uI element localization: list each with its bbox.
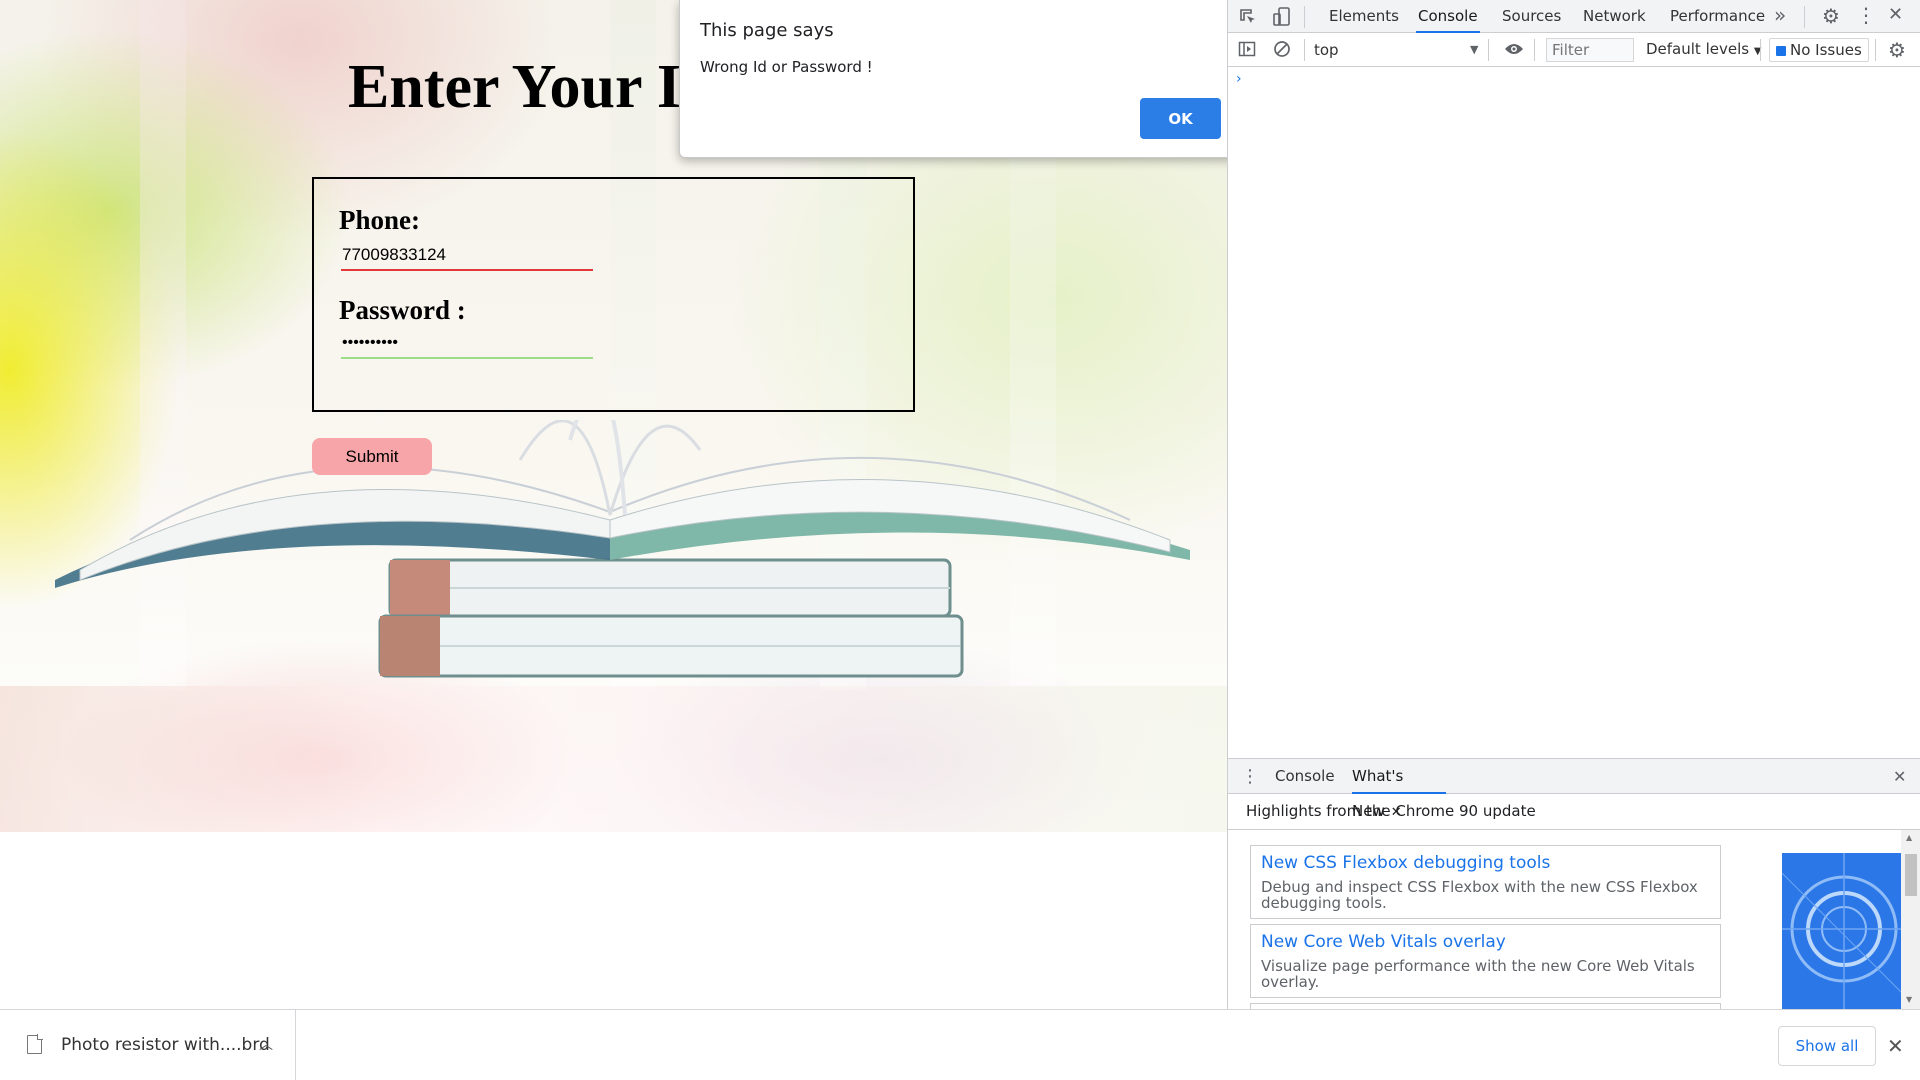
toolbar-separator — [1875, 39, 1876, 61]
close-drawer-icon[interactable]: ✕ — [1893, 767, 1906, 787]
books-illustration — [55, 420, 1190, 678]
password-input[interactable] — [341, 329, 593, 359]
browser-window: Enter Your I Phone: Password : Submit Th… — [0, 0, 1920, 1080]
console-settings-gear-icon[interactable]: ⚙ — [1888, 40, 1906, 60]
tab-console[interactable]: Console — [1416, 0, 1480, 33]
tab-elements[interactable]: Elements — [1327, 0, 1401, 33]
page-heading: Enter Your I — [348, 53, 682, 121]
eye-icon[interactable] — [1504, 41, 1524, 57]
scroll-down-icon[interactable]: ▼ — [1906, 995, 1912, 1004]
console-prompt-icon[interactable]: › — [1236, 71, 1242, 87]
feature-title[interactable]: New Core Web Vitals overlay — [1261, 932, 1506, 952]
issues-label: No Issues — [1790, 41, 1862, 59]
phone-label: Phone: — [339, 205, 420, 235]
highlights-title: Highlights from the Chrome 90 update — [1246, 802, 1536, 820]
tab-performance[interactable]: Performance — [1668, 0, 1767, 33]
close-shelf-icon[interactable]: ✕ — [1887, 1034, 1904, 1059]
chevron-down-icon: ▼ — [1470, 43, 1479, 56]
devtools-tabbar: Elements Console Sources Network Perform… — [1228, 0, 1920, 33]
submit-button[interactable]: Submit — [312, 438, 432, 475]
console-sidebar-icon[interactable] — [1238, 40, 1256, 58]
inspect-icon[interactable] — [1238, 7, 1258, 27]
toolbar-separator — [1304, 39, 1305, 61]
device-toggle-icon[interactable] — [1272, 6, 1292, 27]
whats-new-promo-image — [1782, 853, 1902, 1009]
chevron-up-icon[interactable]: ︿ — [259, 1034, 273, 1054]
tab-sources[interactable]: Sources — [1500, 0, 1563, 33]
drawer-separator — [1228, 829, 1920, 830]
login-form: Phone: Password : — [312, 177, 915, 412]
toolbar-separator — [1534, 39, 1535, 61]
feature-card[interactable]: New CSS Flexbox debugging tools Debug an… — [1250, 845, 1721, 919]
more-tabs-icon[interactable]: » — [1774, 5, 1786, 25]
password-label: Password : — [339, 295, 466, 325]
gear-icon[interactable]: ⚙ — [1822, 6, 1840, 26]
drawer-scrollbar[interactable]: ▲ ▼ — [1901, 830, 1920, 1009]
kebab-menu-icon[interactable]: ⋮ — [1856, 5, 1876, 25]
issues-flag-icon — [1776, 46, 1786, 56]
file-icon — [27, 1034, 43, 1054]
devtools-drawer: ⋮ Console What's New ✕ ✕ Highlights from … — [1228, 758, 1920, 1013]
feature-description: Visualize page performance with the new … — [1261, 957, 1695, 991]
toolbar-separator — [1804, 6, 1805, 28]
feature-card[interactable]: New Core Web Vitals overlay Visualize pa… — [1250, 924, 1721, 998]
feature-title[interactable]: New CSS Flexbox debugging tools — [1261, 853, 1550, 873]
toolbar-separator — [1488, 39, 1489, 61]
drawer-tab-console[interactable]: Console — [1275, 759, 1335, 794]
drawer-menu-icon[interactable]: ⋮ — [1241, 767, 1259, 787]
filter-input[interactable] — [1546, 38, 1634, 62]
issues-button[interactable]: No Issues — [1769, 38, 1869, 62]
feature-description: Debug and inspect CSS Flexbox with the n… — [1261, 878, 1698, 912]
promo-graphic — [1782, 853, 1902, 1009]
download-item[interactable]: Photo resistor with....brd ︿ — [0, 1010, 296, 1080]
devtools-panel: Elements Console Sources Network Perform… — [1227, 0, 1920, 1013]
scrollbar-thumb[interactable] — [1905, 854, 1917, 896]
phone-input[interactable] — [341, 241, 593, 271]
context-select[interactable]: top — [1314, 39, 1474, 61]
close-icon[interactable]: ✕ — [1888, 5, 1903, 25]
alert-ok-button[interactable]: OK — [1140, 98, 1221, 139]
alert-title: This page says — [700, 20, 834, 41]
download-shelf: Photo resistor with....brd ︿ Show all ✕ — [0, 1009, 1920, 1080]
alert-dialog: This page says Wrong Id or Password ! OK — [679, 0, 1240, 158]
drawer-tabbar: ⋮ Console What's New ✕ ✕ — [1228, 758, 1920, 820]
clear-console-icon[interactable] — [1273, 40, 1291, 58]
bg-lower-band — [0, 686, 1227, 832]
alert-message: Wrong Id or Password ! — [700, 58, 873, 76]
download-file-name[interactable]: Photo resistor with....brd — [61, 1035, 270, 1055]
tab-network[interactable]: Network — [1581, 0, 1648, 33]
log-levels-label: Default levels — [1646, 40, 1750, 58]
show-all-button[interactable]: Show all — [1778, 1026, 1876, 1066]
scroll-up-icon[interactable]: ▲ — [1906, 833, 1912, 842]
toolbar-separator — [1304, 6, 1305, 28]
log-levels-dropdown[interactable]: Default levels ▼ — [1646, 40, 1762, 58]
toolbar-separator — [1760, 39, 1761, 61]
drawer-tab-whats-new[interactable]: What's New ✕ — [1352, 759, 1446, 820]
